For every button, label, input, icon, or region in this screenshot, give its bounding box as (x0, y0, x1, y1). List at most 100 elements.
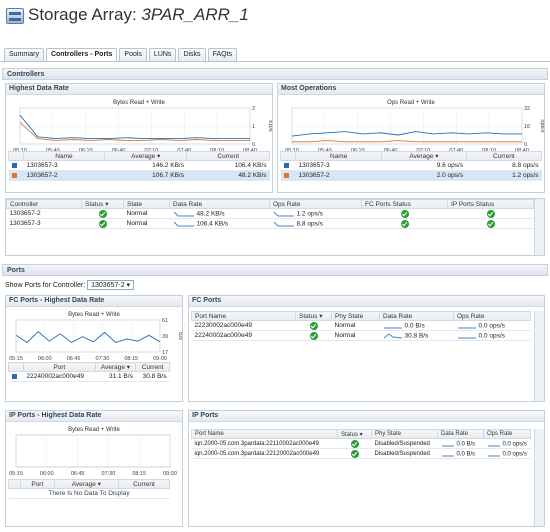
table-row[interactable]: 1303657-2 Normal 48.2 KB/s 1.2 ops/s (6, 208, 534, 219)
col-data-rate[interactable]: Data Rate (437, 429, 484, 439)
tab-faqts[interactable]: FAQts (207, 48, 238, 61)
tab-pools[interactable]: Pools (119, 48, 147, 61)
series-swatch (283, 172, 289, 178)
status-ok-icon (350, 449, 359, 458)
col-ip-ports-status[interactable]: IP Ports Status (447, 199, 534, 209)
col-port-name[interactable]: Port Name (191, 311, 296, 321)
col-fc-ports-status[interactable]: FC Ports Status (361, 199, 448, 209)
fc-ports-highest-data-rate-panel: FC Ports - Highest Data Rate Bytes Read … (5, 295, 183, 402)
col-status[interactable]: Status ▾ (295, 311, 332, 321)
col-port[interactable]: Port (23, 362, 96, 372)
ip-table-scrollbar[interactable] (534, 429, 544, 526)
ops-rate: 8.8 ops/s (296, 220, 323, 228)
col-ops-rate[interactable]: Ops Rate (269, 199, 362, 209)
col-port[interactable]: Port (20, 479, 55, 489)
panel-title: Highest Data Rate (6, 84, 272, 95)
controller-select[interactable]: 1303657-2 ▾ (87, 280, 135, 290)
table-row[interactable]: 1303657-2 106.7 KB/s 48.2 KB/s (8, 170, 270, 181)
table-row[interactable]: 1303657-3 Normal 106.4 KB/s 8.8 ops/s (6, 218, 534, 229)
y-tick-label: 61 (162, 318, 168, 324)
fc-data-rate-chart: 05:15 06:00 06:45 07:30 08:15 09:00173961B/s (9, 318, 182, 362)
show-ports-row: Show Ports for Controller: 1303657-2 ▾ (5, 280, 135, 290)
y-tick-label: 17 (162, 350, 168, 356)
col-controller[interactable]: Controller (6, 199, 82, 209)
col-data-rate[interactable]: Data Rate (169, 199, 270, 209)
controller-name: 1303657-3 (6, 218, 82, 229)
col-phy-state[interactable]: Phy State (371, 429, 438, 439)
col-state[interactable]: State (123, 199, 170, 209)
fc-table-scrollbar[interactable] (534, 311, 544, 401)
status-ok-icon (486, 219, 495, 228)
col-current[interactable]: Current (465, 151, 543, 161)
row-port: 22240002ac000e49 (23, 371, 96, 382)
table-row[interactable]: 22230002ac000e49 Normal 0.0 B/s 0.0 ops/… (191, 320, 531, 331)
col-name[interactable]: Name (23, 151, 105, 161)
tab-disks[interactable]: Disks (178, 48, 206, 61)
y-tick-label: 0 (252, 142, 255, 148)
chevron-down-icon: ▾ (126, 282, 131, 289)
ip-ports-panel: IP Ports Port Name Status ▾ Phy State Da… (188, 410, 545, 527)
controllers-section-header: Controllers (2, 68, 548, 80)
col-average[interactable]: Average ▾ (53, 479, 119, 489)
phy-state: Normal (331, 330, 380, 341)
sparkline-icon (273, 211, 294, 216)
row-average: 146.2 KB/s (104, 160, 187, 171)
col-current[interactable]: Current (117, 479, 171, 489)
col-average[interactable]: Average ▾ (94, 362, 137, 372)
status-ok-icon (486, 209, 495, 218)
controllers-table-scrollbar[interactable] (534, 199, 544, 255)
y-tick-label: 39 (162, 334, 168, 340)
title-bar: Storage Array: 3PAR_ARR_1 (0, 0, 550, 36)
table-row[interactable]: 22240002ac000e49 31.1 B/s 30.8 B/s (8, 371, 170, 382)
series-swatch (283, 162, 289, 168)
tab-summary[interactable]: Summary (4, 48, 44, 61)
controllers-table: Controller Status ▾ State Data Rate Ops … (6, 199, 534, 229)
table-row[interactable]: 22240002ac000e49 Normal 30.8 B/s 0.0 ops… (191, 330, 531, 341)
row-current: 30.8 B/s (135, 371, 170, 382)
y-axis-label: B/s (177, 332, 182, 340)
col-data-rate[interactable]: Data Rate (379, 311, 454, 321)
ops-rate: 0.0 ops/s (502, 441, 527, 448)
page-title: Storage Array: 3PAR_ARR_1 (28, 5, 249, 24)
tab-controllers-ports[interactable]: Controllers - Ports (45, 48, 118, 62)
series-swatch (11, 162, 17, 168)
tab-strip: Summary Controllers - Ports Pools LUNs D… (4, 48, 238, 62)
col-average[interactable]: Average ▾ (381, 151, 467, 161)
sparkline-icon (487, 445, 500, 446)
col-current[interactable]: Current (186, 151, 270, 161)
col-status[interactable]: Status ▾ (81, 199, 124, 209)
row-current: 48.2 KB/s (186, 170, 270, 181)
col-average[interactable]: Average ▾ (103, 151, 188, 161)
highest-data-rate-panel: Highest Data Rate Bytes Read + Write 05:… (5, 83, 273, 193)
col-current[interactable]: Current (135, 362, 170, 372)
table-row[interactable]: 1303657-2 2.0 ops/s 1.2 ops/s (280, 170, 542, 181)
port-name: iqn.2000-05.com.3pardata:22120002ac000e4… (191, 448, 338, 459)
col-ops-rate[interactable]: Ops Rate (483, 429, 531, 439)
col-name[interactable]: Name (294, 151, 383, 161)
port-name: 22240002ac000e49 (191, 330, 296, 341)
tab-luns[interactable]: LUNs (148, 48, 177, 61)
most-operations-panel: Most Operations Ops Read + Write 05:1005… (277, 83, 545, 193)
col-port-name[interactable]: Port Name (191, 429, 338, 439)
x-tick-label: 07:30 (102, 471, 116, 477)
sparkline-icon (441, 445, 454, 446)
row-current: 8.8 ops/s (466, 160, 542, 171)
table-row[interactable]: 1303657-3 146.2 KB/s 106.4 KB/s (8, 160, 270, 171)
fc-ports-table: Port Name Status ▾ Phy State Data Rate O… (191, 311, 531, 341)
table-row[interactable]: 1303657-3 9.6 ops/s 8.8 ops/s (280, 160, 542, 171)
y-tick-label: 0 (524, 142, 527, 148)
status-ok-icon (309, 321, 318, 330)
row-average: 2.0 ops/s (381, 170, 467, 181)
data-rate: 30.8 B/s (404, 332, 429, 340)
ip-ports-highest-data-rate-panel: IP Ports - Highest Data Rate Bytes Read … (5, 410, 183, 527)
table-row[interactable]: iqn.2000-05.com.3pardata:22120002ac000e4… (191, 448, 531, 459)
row-current: 106.4 KB/s (186, 160, 270, 171)
col-phy-state[interactable]: Phy State (331, 311, 380, 321)
series-swatch (11, 172, 17, 178)
fc-legend-table: Port Average ▾ Current 22240002ac000e49 31.… (8, 362, 170, 382)
col-status[interactable]: Status ▾ (337, 429, 372, 439)
table-row[interactable]: iqn.2000-05.com.3pardata:22110002ac000e4… (191, 438, 531, 449)
col-ops-rate[interactable]: Ops Rate (453, 311, 531, 321)
plot-area (15, 434, 171, 468)
sparkline-icon (383, 327, 402, 328)
